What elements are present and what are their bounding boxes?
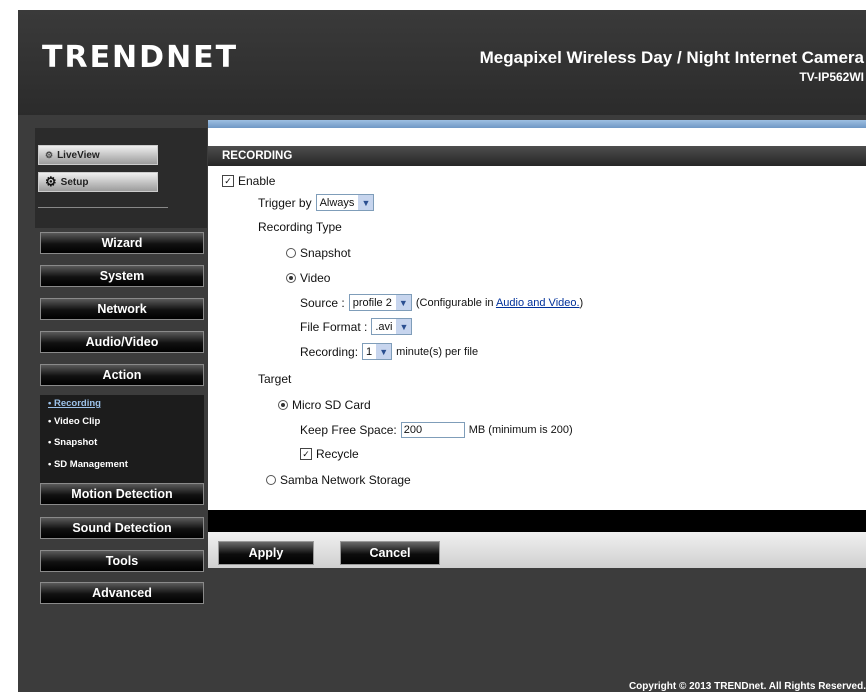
recycle-row[interactable]: ✓ Recycle (300, 447, 359, 461)
submenu-snapshot[interactable]: • Snapshot (48, 437, 97, 448)
file-format-select[interactable]: .avi ▼ (371, 318, 413, 335)
setup-label: Setup (60, 176, 89, 188)
content-top-bar (208, 120, 866, 128)
nav-wizard[interactable]: Wizard (40, 232, 204, 254)
micro-sd-radio[interactable] (278, 400, 288, 410)
video-label: Video (300, 271, 331, 285)
product-model: TV-IP562WI (799, 70, 864, 84)
recycle-label: Recycle (316, 447, 359, 461)
cancel-button[interactable]: Cancel (340, 541, 440, 565)
chevron-down-icon: ▼ (396, 319, 412, 334)
recording-length-select[interactable]: 1 ▼ (362, 343, 393, 360)
recording-panel: RECORDING ✓ Enable Trigger by Always ▼ R… (208, 128, 866, 534)
header: TRENDNET Megapixel Wireless Day / Night … (18, 10, 866, 115)
submenu-video-clip[interactable]: • Video Clip (48, 416, 100, 427)
snapshot-label: Snapshot (300, 246, 351, 260)
chevron-down-icon: ▼ (376, 344, 392, 359)
source-label: Source : (300, 295, 345, 310)
submenu-recording[interactable]: • Recording (48, 398, 101, 409)
micro-sd-option[interactable]: Micro SD Card (278, 398, 371, 412)
liveview-button[interactable]: ⚙ LiveView (38, 145, 158, 165)
file-format-label: File Format : (300, 319, 368, 334)
source-row: Source : profile 2 ▼ (Configurable in Au… (300, 294, 584, 311)
video-radio[interactable] (286, 273, 296, 283)
video-option[interactable]: Video (286, 271, 330, 285)
chevron-down-icon: ▼ (358, 195, 374, 210)
nav-motion-detection[interactable]: Motion Detection (40, 483, 204, 505)
camera-eye-icon: ⚙ (45, 149, 54, 160)
apply-button[interactable]: Apply (218, 541, 314, 565)
trigger-select[interactable]: Always ▼ (315, 194, 375, 211)
source-select[interactable]: profile 2 ▼ (348, 294, 412, 311)
trigger-row: Trigger by Always ▼ (258, 194, 375, 211)
nav-network[interactable]: Network (40, 298, 204, 320)
liveview-label: LiveView (57, 149, 100, 161)
recording-length-unit: minute(s) per file (396, 345, 479, 358)
gear-icon: ⚙ (45, 174, 57, 189)
nav-audio-video[interactable]: Audio/Video (40, 331, 204, 353)
chevron-down-icon: ▼ (395, 295, 411, 310)
nav-sound-detection[interactable]: Sound Detection (40, 517, 204, 539)
section-title: RECORDING (208, 146, 866, 166)
recording-length-label: Recording: (300, 344, 359, 359)
app-frame: TRENDNET Megapixel Wireless Day / Night … (18, 10, 866, 692)
product-title: Megapixel Wireless Day / Night Internet … (479, 48, 864, 67)
file-format-row: File Format : .avi ▼ (300, 318, 413, 335)
enable-row: ✓ Enable (222, 174, 275, 188)
nav-action[interactable]: Action (40, 364, 204, 386)
content-divider (208, 510, 866, 532)
samba-label: Samba Network Storage (280, 473, 411, 487)
keep-free-unit: MB (minimum is 200) (468, 424, 573, 436)
nav-advanced[interactable]: Advanced (40, 582, 204, 604)
micro-sd-label: Micro SD Card (292, 398, 371, 412)
snapshot-option[interactable]: Snapshot (286, 246, 351, 260)
enable-label: Enable (238, 174, 276, 188)
samba-radio[interactable] (266, 475, 276, 485)
action-submenu: • Recording • Video Clip • Snapshot • SD… (40, 395, 204, 489)
sidebar-divider (38, 207, 168, 208)
enable-checkbox[interactable]: ✓ (222, 175, 234, 187)
recording-length-row: Recording: 1 ▼ minute(s) per file (300, 343, 478, 360)
target-label: Target (258, 372, 292, 386)
trendnet-logo: TRENDNET (42, 40, 239, 75)
audio-video-link[interactable]: Audio and Video. (496, 297, 580, 309)
keep-free-row: Keep Free Space: 200 MB (minimum is 200) (300, 422, 573, 438)
submenu-sd-management[interactable]: • SD Management (48, 459, 128, 470)
setup-button[interactable]: ⚙ Setup (38, 172, 158, 192)
samba-option[interactable]: Samba Network Storage (266, 473, 411, 487)
recycle-checkbox[interactable]: ✓ (300, 448, 312, 460)
recording-type-label: Recording Type (258, 220, 342, 234)
nav-tools[interactable]: Tools (40, 550, 204, 572)
snapshot-radio[interactable] (286, 248, 296, 258)
nav-system[interactable]: System (40, 265, 204, 287)
keep-free-label: Keep Free Space: (300, 423, 397, 437)
keep-free-input[interactable]: 200 (400, 422, 465, 438)
trigger-label: Trigger by (258, 195, 312, 210)
copyright: Copyright © 2013 TRENDnet. All Rights Re… (628, 681, 866, 692)
